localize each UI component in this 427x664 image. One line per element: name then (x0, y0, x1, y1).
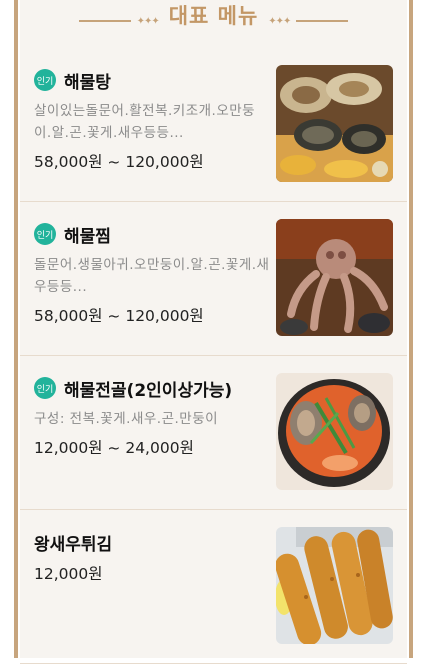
menu-item-description: 살이있는돌문어.활전복.키조개.오만둥이.알.곤.꽃게.새우등등... (34, 103, 256, 141)
popular-badge: 인기 (34, 377, 56, 399)
menu-item-haemuljjim[interactable]: 인기 해물찜 돌문어.생물아귀.오만둥이.알.곤.꽃게.새우등등... 58,0… (20, 202, 407, 356)
diamond-ornament-right-icon: ✦✦✦ (268, 15, 291, 27)
menu-item-price: 58,000원 ~ 120,000원 (34, 153, 204, 171)
menu-item-name-row: 인기 해물탕 (34, 66, 270, 94)
menu-item-wangsaeu-twigim[interactable]: 왕새우튀김 12,000원 (20, 510, 407, 664)
menu-item-haemultang[interactable]: 인기 해물탕 살이있는돌문어.활전복.키조개.오만둥이.알.곤.꽃게.새우등등.… (20, 48, 407, 202)
menu-list: 인기 해물탕 살이있는돌문어.활전복.키조개.오만둥이.알.곤.꽃게.새우등등.… (20, 48, 407, 664)
menu-item-name: 해물전골(2인이상가능) (64, 380, 233, 401)
menu-item-name-row: 인기 해물전골(2인이상가능) (34, 374, 270, 402)
menu-item-name: 해물찜 (64, 226, 111, 247)
fried-shrimp-photo-icon[interactable] (276, 527, 393, 644)
menu-item-info: 인기 해물전골(2인이상가능) 구성: 전복.꽃게.새우.곤.만둥이 12,00… (34, 374, 270, 458)
popular-badge: 인기 (34, 69, 56, 91)
section-header: ✦✦✦ 대표 메뉴 ✦✦✦ (20, 0, 407, 42)
menu-item-price: 12,000원 (34, 565, 103, 583)
menu-item-info: 인기 해물탕 살이있는돌문어.활전복.키조개.오만둥이.알.곤.꽃게.새우등등.… (34, 66, 270, 172)
menu-item-haemul-jeongol[interactable]: 인기 해물전골(2인이상가능) 구성: 전복.꽃게.새우.곤.만둥이 12,00… (20, 356, 407, 510)
menu-item-price: 12,000원 ~ 24,000원 (34, 439, 194, 457)
header-rule-left (78, 20, 131, 22)
header-rule-right (296, 20, 349, 22)
menu-item-info: 인기 해물찜 돌문어.생물아귀.오만둥이.알.곤.꽃게.새우등등... 58,0… (34, 220, 270, 326)
menu-item-name: 해물탕 (64, 72, 111, 93)
section-title: 대표 메뉴 (168, 4, 259, 28)
seafood-stew-photo-icon[interactable] (276, 65, 393, 182)
menu-item-price: 58,000원 ~ 120,000원 (34, 307, 204, 325)
braised-seafood-photo-icon[interactable] (276, 219, 393, 336)
menu-item-description: 돌문어.생물아귀.오만둥이.알.곤.꽃게.새우등등... (34, 257, 270, 295)
menu-item-info: 왕새우튀김 12,000원 (34, 528, 270, 584)
diamond-ornament-left-icon: ✦✦✦ (136, 15, 160, 27)
left-border-stripe (14, 0, 18, 658)
menu-item-name: 왕새우튀김 (34, 534, 113, 555)
popular-badge: 인기 (34, 223, 56, 245)
menu-item-name-row: 왕새우튀김 (34, 528, 270, 556)
menu-item-name-row: 인기 해물찜 (34, 220, 270, 248)
menu-item-description: 구성: 전복.꽃게.새우.곤.만둥이 (34, 411, 219, 427)
seafood-hotpot-photo-icon[interactable] (276, 373, 393, 490)
right-border-stripe (409, 0, 413, 658)
